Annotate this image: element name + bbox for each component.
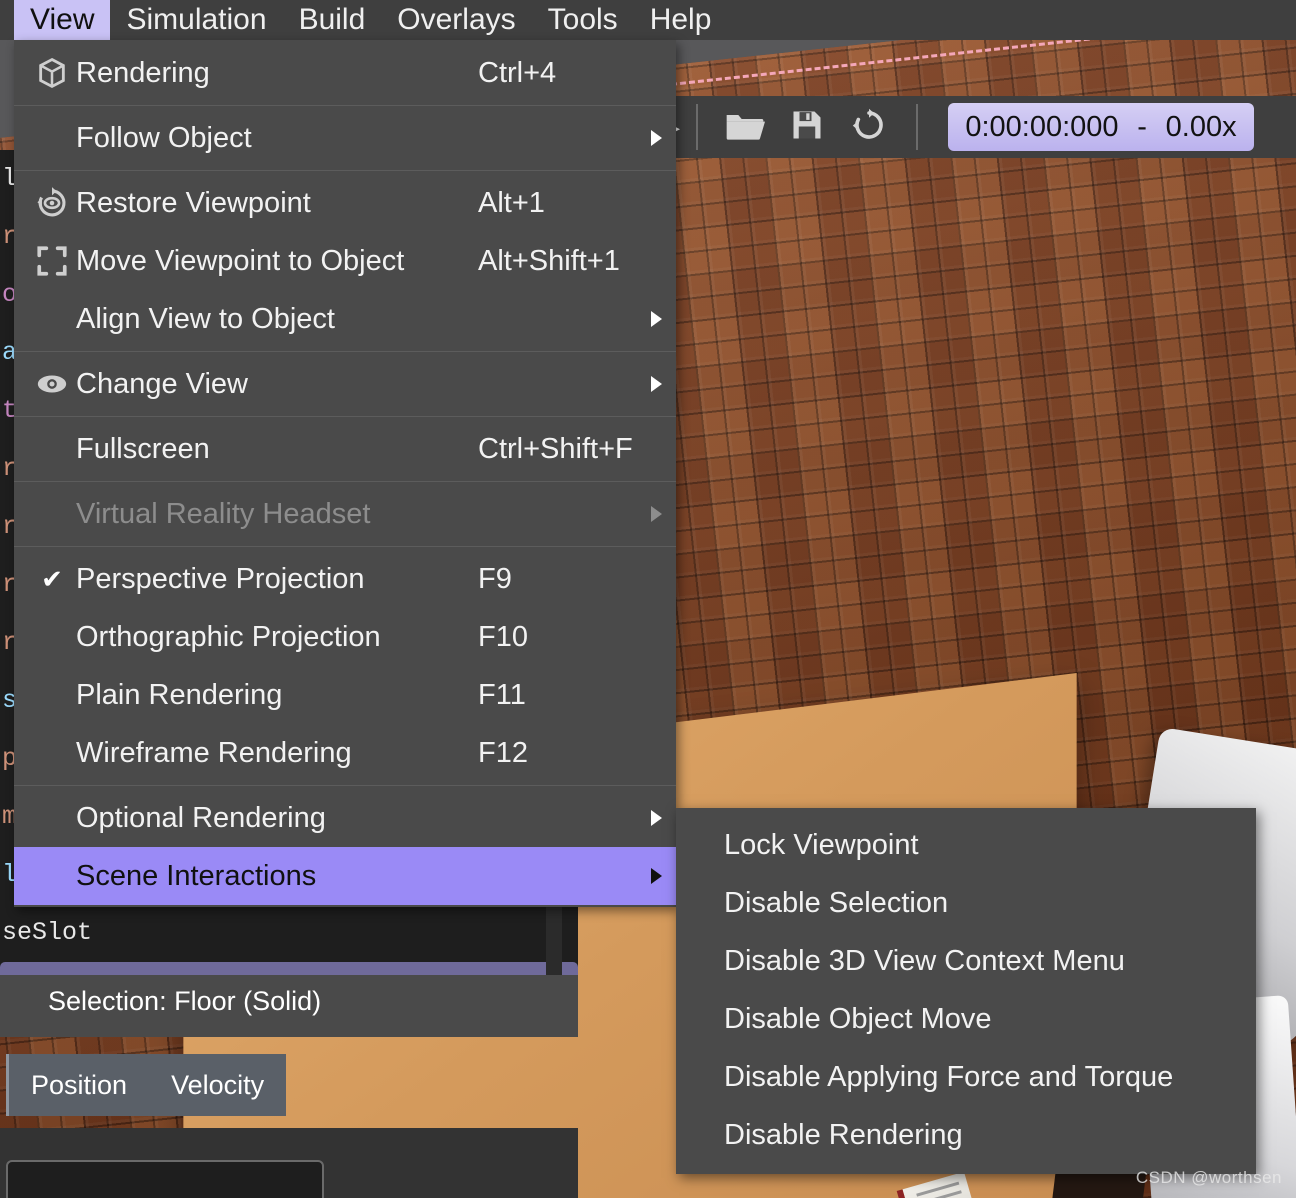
menu-separator (14, 481, 676, 482)
menu-separator (14, 105, 676, 106)
menu-item-shortcut: Alt+1 (478, 186, 545, 219)
submenu-arrow-icon (651, 130, 662, 146)
submenu-item-disable-selection[interactable]: Disable Selection (676, 874, 1256, 932)
time-separator: - (1137, 110, 1147, 143)
menu-item-label: Follow Object (76, 121, 252, 154)
menu-item-label: Orthographic Projection (76, 620, 381, 653)
submenu-item-disable-3d-view-context-menu[interactable]: Disable 3D View Context Menu (676, 932, 1256, 990)
simulation-time-display[interactable]: 0:00:00:000 - 0.00x (948, 103, 1254, 151)
folder-open-icon (725, 108, 765, 147)
menu-item-orthographic-projection[interactable]: Orthographic Projection F10 (14, 608, 676, 666)
submenu-arrow-icon (651, 810, 662, 826)
time-value: 0:00:00:000 (965, 110, 1119, 143)
open-file-button[interactable] (714, 96, 776, 158)
menu-item-label: Scene Interactions (76, 859, 317, 892)
menu-separator (14, 785, 676, 786)
submenu-arrow-icon (651, 376, 662, 392)
menu-item-label: Optional Rendering (76, 801, 326, 834)
menu-item-virtual-reality-headset: Virtual Reality Headset (14, 485, 676, 543)
menu-item-label: Restore Viewpoint (76, 186, 311, 219)
floppy-disk-icon (789, 107, 825, 148)
menu-item-label: Fullscreen (76, 432, 210, 465)
main-toolbar[interactable]: ▶ (660, 96, 1296, 158)
menu-item-label: Change View (76, 367, 248, 400)
selection-status-text: Selection: Floor (Solid) (48, 986, 322, 1016)
menu-item-label: Virtual Reality Headset (76, 497, 371, 530)
submenu-item-disable-applying-force-and-torque[interactable]: Disable Applying Force and Torque (676, 1048, 1256, 1106)
speed-value: 0.00x (1165, 110, 1237, 143)
menu-separator (14, 170, 676, 171)
menu-item-plain-rendering[interactable]: Plain Rendering F11 (14, 666, 676, 724)
menubar-item-tools[interactable]: Tools (532, 0, 634, 40)
toolbar-separator-2 (916, 104, 918, 150)
menu-item-shortcut: F9 (478, 562, 512, 595)
menubar-item-help[interactable]: Help (634, 0, 728, 40)
menu-item-perspective-projection[interactable]: ✔ Perspective Projection F9 (14, 550, 676, 608)
menu-item-label: Move Viewpoint to Object (76, 244, 405, 277)
submenu-item-disable-object-move[interactable]: Disable Object Move (676, 990, 1256, 1048)
menu-item-label: Perspective Projection (76, 562, 365, 595)
menu-item-change-view[interactable]: Change View (14, 355, 676, 413)
menu-item-scene-interactions[interactable]: Scene Interactions (14, 847, 676, 905)
menu-item-optional-rendering[interactable]: Optional Rendering (14, 789, 676, 847)
eye-icon (28, 367, 76, 401)
menu-item-label: Wireframe Rendering (76, 736, 352, 769)
menu-item-follow-object[interactable]: Follow Object (14, 109, 676, 167)
menu-item-shortcut: Alt+Shift+1 (478, 244, 620, 277)
menu-item-label: Plain Rendering (76, 678, 283, 711)
menu-item-move-viewpoint-to-object[interactable]: Move Viewpoint to Object Alt+Shift+1 (14, 232, 676, 290)
menu-item-shortcut: Ctrl+4 (478, 56, 557, 89)
menu-separator (14, 351, 676, 352)
property-input-field[interactable] (6, 1160, 324, 1198)
submenu-item-disable-rendering[interactable]: Disable Rendering (676, 1106, 1256, 1164)
toolbar-separator-1 (696, 104, 698, 150)
app-window: lroatrrrrspmltseSlot"floor""table" Selec… (0, 0, 1296, 1198)
cube-icon (28, 56, 76, 90)
menu-item-label: Rendering (76, 56, 210, 89)
code-line[interactable]: seSlot (0, 904, 578, 962)
save-file-button[interactable] (776, 96, 838, 158)
menu-item-shortcut: F12 (478, 736, 528, 769)
restore-viewpoint-icon (28, 186, 76, 220)
submenu-arrow-icon (651, 506, 662, 522)
menu-bar[interactable]: View Simulation Build Overlays Tools Help (0, 0, 1296, 40)
menu-item-fullscreen[interactable]: Fullscreen Ctrl+Shift+F (14, 420, 676, 478)
refresh-icon (851, 107, 887, 148)
menu-item-shortcut: F11 (478, 678, 526, 711)
menubar-item-build[interactable]: Build (283, 0, 382, 40)
submenu-arrow-icon (651, 311, 662, 327)
checkmark-icon: ✔ (41, 563, 63, 594)
menubar-item-simulation[interactable]: Simulation (110, 0, 282, 40)
menu-item-wireframe-rendering[interactable]: Wireframe Rendering F12 (14, 724, 676, 782)
submenu-arrow-icon (651, 868, 662, 884)
menu-item-restore-viewpoint[interactable]: Restore Viewpoint Alt+1 (14, 174, 676, 232)
view-dropdown-menu[interactable]: Rendering Ctrl+4 Follow Object Restore View… (14, 40, 676, 907)
menu-item-rendering[interactable]: Rendering Ctrl+4 (14, 44, 676, 102)
menubar-item-overlays[interactable]: Overlays (381, 0, 531, 40)
tab-position[interactable]: Position (9, 1070, 149, 1101)
tab-velocity[interactable]: Velocity (149, 1070, 286, 1101)
menubar-item-view[interactable]: View (14, 0, 111, 40)
menu-item-shortcut: Ctrl+Shift+F (478, 432, 633, 465)
watermark-text: CSDN @worthsen (1135, 1168, 1282, 1187)
menu-item-align-view-to-object[interactable]: Align View to Object (14, 290, 676, 348)
scene-interactions-submenu[interactable]: Lock Viewpoint Disable Selection Disable 3… (676, 808, 1256, 1174)
code-line-selected[interactable]: "floor" (0, 962, 578, 975)
reload-button[interactable] (838, 96, 900, 158)
submenu-item-lock-viewpoint[interactable]: Lock Viewpoint (676, 816, 1256, 874)
menu-item-shortcut: F10 (478, 620, 528, 653)
menu-separator (14, 416, 676, 417)
focus-brackets-icon (28, 244, 76, 278)
menu-separator (14, 546, 676, 547)
menu-item-label: Align View to Object (76, 302, 335, 335)
property-tabbar[interactable]: Position Velocity (6, 1054, 287, 1116)
